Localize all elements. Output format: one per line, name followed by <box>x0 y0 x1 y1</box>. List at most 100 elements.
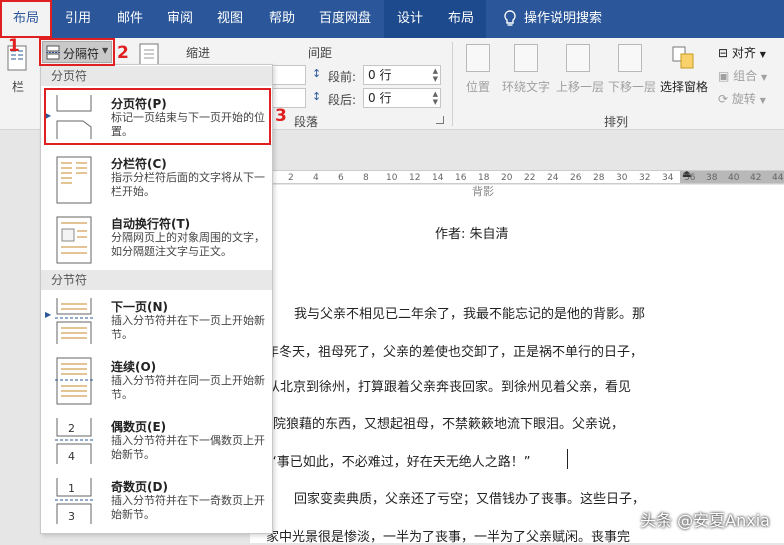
annotation-box-1 <box>0 0 52 38</box>
annotation-number-1: 1 <box>8 36 20 56</box>
align-icon: ⊟ <box>718 46 729 60</box>
indent-label: 缩进 <box>186 46 211 60</box>
ruler-indent-marker-icon[interactable]: ⏏ <box>682 168 691 182</box>
tab-review[interactable]: 审阅 <box>156 0 204 38</box>
tell-me-search[interactable]: 操作说明搜索 <box>524 0 608 38</box>
tab-mailings[interactable]: 邮件 <box>106 0 154 38</box>
ruler-number: 8 <box>363 173 369 183</box>
group-button[interactable]: ▣ 组合 ▼ <box>718 67 767 84</box>
menu-item-column-break[interactable]: 分栏符(C) 指示分栏符后面的文字将从下一栏开始。 <box>41 151 272 207</box>
position-label: 位置 <box>466 80 491 94</box>
odd-page-icon: 13 <box>55 478 93 524</box>
annotation-box-3 <box>44 88 271 145</box>
paragraph-group-label: 段落 <box>294 115 319 129</box>
ruler-number: 28 <box>593 173 605 183</box>
wrap-text-icon[interactable] <box>514 44 538 72</box>
group-divider <box>452 42 453 126</box>
selected-arrow-icon: ▶ <box>45 310 52 319</box>
tab-references[interactable]: 引用 <box>54 0 102 38</box>
dialog-launcher-icon[interactable] <box>436 116 444 124</box>
ruler-number: 12 <box>409 173 421 183</box>
svg-text:4: 4 <box>68 450 75 463</box>
bring-forward-icon[interactable] <box>566 44 590 72</box>
doc-line: 回家变卖典质，父亲还了亏空；又借钱办了丧事。这些日子， <box>294 492 646 507</box>
ruler-number: 34 <box>662 173 674 183</box>
after-label: 段后: <box>328 93 357 107</box>
arrange-group-label: 排列 <box>604 115 629 129</box>
doc-line: 满院狼藉的东西，又想起祖母，不禁簌簌地流下眼泪。父亲说， <box>260 417 625 432</box>
ruler-number: 20 <box>501 173 513 183</box>
menu-item-odd-page[interactable]: 13 奇数页(D) 插入分节符并在下一奇数页上开始新节。 <box>41 474 272 530</box>
ruler-number: 26 <box>570 173 582 183</box>
ruler-number: 42 <box>750 173 762 183</box>
column-break-icon <box>56 156 92 204</box>
menu-item-next-page[interactable]: ▶ 下一页(N) 插入分节符并在下一页上开始新节。 <box>41 294 272 350</box>
ruler-number: 14 <box>432 173 444 183</box>
align-button[interactable]: ⊟ 对齐 ▼ <box>718 44 766 61</box>
doc-line: 年冬天，祖母死了，父亲的差使也交卸了，正是祸不单行的日子， <box>266 345 644 360</box>
ruler-number: 6 <box>338 173 344 183</box>
annotation-number-3: 3 <box>275 106 287 126</box>
section-breaks-section-header: 分节符 <box>41 270 272 290</box>
tab-table-layout[interactable]: 布局 <box>436 0 486 38</box>
ribbon-tab-bar: 布局 引用 邮件 审阅 视图 帮助 百度网盘 设计 布局 操作说明搜索 <box>0 0 784 38</box>
ruler-number: 4 <box>313 173 319 183</box>
selection-pane-icon[interactable] <box>670 44 698 72</box>
continuous-icon <box>55 357 93 405</box>
annotation-number-2: 2 <box>117 43 129 63</box>
position-icon[interactable] <box>466 44 490 72</box>
svg-text:2: 2 <box>68 422 75 435</box>
page-breaks-section-header: 分页符 <box>41 66 272 86</box>
doc-line: 我从北京到徐州，打算跟着父亲奔丧回家。到徐州见着父亲，看见 <box>254 380 632 395</box>
tab-view[interactable]: 视图 <box>206 0 254 38</box>
ruler-number: 10 <box>386 173 398 183</box>
ruler-number: 2 <box>288 173 294 183</box>
ruler-number: 44 <box>772 173 784 183</box>
spacing-before-icon: ↕ <box>312 67 322 80</box>
spacing-before-field[interactable]: 0 行 ▲ ▼ <box>363 65 441 85</box>
ruler-number: 22 <box>524 173 536 183</box>
doc-line: 我与父亲不相见已二年余了，我最不能忘记的是他的背影。那 <box>294 307 646 322</box>
spacing-after-icon: ↕ <box>312 90 322 103</box>
ruler-number: 24 <box>547 173 559 183</box>
text-cursor <box>567 449 568 469</box>
even-page-icon: 24 <box>55 418 93 464</box>
doc-author: 作者: 朱自清 <box>435 227 509 242</box>
doc-title-partial: 背影 <box>472 185 494 198</box>
menu-item-continuous[interactable]: 连续(O) 插入分节符并在同一页上开始新节。 <box>41 354 272 410</box>
tab-baidu-netdisk[interactable]: 百度网盘 <box>310 0 380 38</box>
wrap-text-label: 环绕文字 <box>502 80 551 94</box>
ruler-number: 40 <box>728 173 740 183</box>
next-page-icon <box>55 298 93 344</box>
svg-text:1: 1 <box>68 482 75 495</box>
spacing-after-field[interactable]: 0 行 ▲ ▼ <box>363 88 441 108</box>
text-wrapping-break-icon <box>56 216 92 264</box>
send-backward-label: 下移一层 <box>608 80 657 94</box>
rotate-button[interactable]: ⟳ 旋转 ▼ <box>718 90 766 107</box>
document-page[interactable]: 背影 作者: 朱自清 我与父亲不相见已二年余了，我最不能忘记的是他的背影。那 年… <box>250 185 784 545</box>
indent-right-field[interactable] <box>272 88 306 108</box>
doc-line: “事已如此，不必难过，好在天无绝人之路！” <box>270 455 531 470</box>
ruler-number: 32 <box>639 173 651 183</box>
horizontal-ruler[interactable]: 2 4 6 8 10 12 14 16 18 20 22 24 26 28 30… <box>272 168 784 184</box>
lightbulb-icon[interactable] <box>498 0 522 38</box>
tab-help[interactable]: 帮助 <box>256 0 308 38</box>
watermark-text: 头条 @安夏Anxia <box>640 511 770 530</box>
tab-design[interactable]: 设计 <box>384 0 436 38</box>
ruler-number: 16 <box>455 173 467 183</box>
group-icon: ▣ <box>718 69 730 83</box>
send-backward-icon[interactable] <box>618 44 642 72</box>
spacing-label: 间距 <box>308 46 333 60</box>
selection-pane-label: 选择窗格 <box>660 80 709 94</box>
svg-text:3: 3 <box>68 510 75 523</box>
before-label: 段前: <box>328 70 357 84</box>
annotation-box-2 <box>39 38 115 66</box>
ruler-number: 38 <box>706 173 718 183</box>
menu-item-text-wrapping-break[interactable]: 自动换行符(T) 分隔网页上的对象周围的文字，如分隔题注文字与正文。 <box>41 211 272 267</box>
columns-label: 栏 <box>12 80 25 94</box>
bring-forward-label: 上移一层 <box>556 80 605 94</box>
ruler-number: 30 <box>616 173 628 183</box>
menu-item-even-page[interactable]: 24 偶数页(E) 插入分节符并在下一偶数页上开始新节。 <box>41 414 272 470</box>
indent-left-field[interactable] <box>272 65 306 85</box>
doc-line: 家中光景很是惨淡，一半为了丧事，一半为了父亲赋闲。丧事完 <box>266 530 631 545</box>
